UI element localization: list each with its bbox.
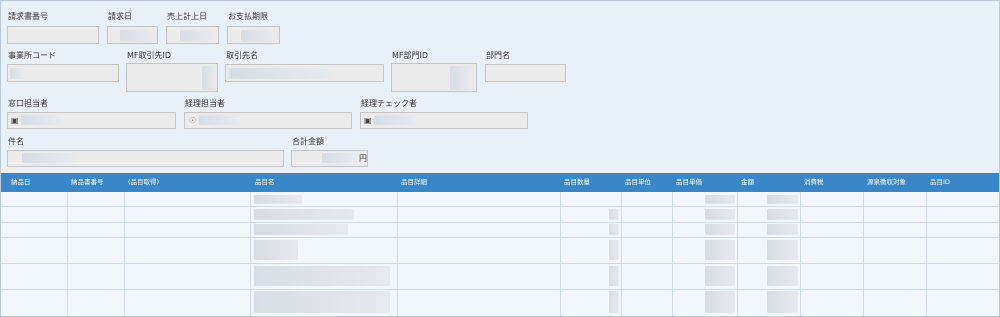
subject-label: 件名	[8, 137, 24, 146]
subject-field[interactable]	[7, 150, 284, 167]
sales-date-field[interactable]	[166, 26, 219, 44]
col-item-id[interactable]: 品目ID	[930, 178, 950, 187]
invoice-date-label: 請求日	[108, 12, 132, 21]
redacted-cell	[609, 266, 619, 286]
redacted-value	[450, 66, 472, 90]
redacted-cell	[705, 224, 735, 235]
sales-person-field[interactable]: ☉	[184, 112, 352, 129]
col-item-unit[interactable]: 品目単位	[625, 178, 651, 187]
col-divider	[124, 192, 125, 316]
office-code-field[interactable]	[7, 64, 119, 82]
redacted-value	[180, 30, 212, 41]
redacted-cell	[609, 209, 619, 220]
col-divider	[67, 192, 68, 316]
row-divider	[1, 222, 999, 223]
col-divider	[397, 192, 398, 316]
mf-dept-id-field[interactable]	[391, 63, 477, 92]
redacted-cell	[705, 240, 735, 260]
contact-label: 窓口担当者	[8, 99, 48, 108]
col-divider	[737, 192, 738, 316]
sales-person-label: 経理担当者	[185, 99, 225, 108]
redacted-cell	[767, 240, 798, 260]
col-item-qty[interactable]: 品目数量	[564, 178, 590, 187]
redacted-value	[21, 115, 61, 125]
redacted-cell	[254, 240, 298, 260]
col-item-detail[interactable]: 品目詳細	[401, 178, 427, 187]
partner-name-field[interactable]	[225, 64, 384, 82]
row-divider	[1, 237, 999, 238]
row-divider	[1, 289, 999, 290]
col-divider	[672, 192, 673, 316]
redacted-cell	[705, 291, 735, 313]
redacted-cell	[254, 195, 302, 204]
total-amount-label: 合計金額	[292, 137, 324, 146]
redacted-cell	[609, 291, 619, 313]
redacted-cell	[609, 240, 619, 260]
mf-dept-id-label: MF部門ID	[392, 51, 429, 60]
sales-date-label: 売上計上日	[167, 12, 207, 21]
col-item-name[interactable]: 品目名	[255, 178, 275, 187]
redacted-cell	[254, 291, 390, 313]
col-delivery-date[interactable]: 納品日	[11, 178, 31, 187]
invoice-date-field[interactable]	[107, 26, 158, 44]
col-divider	[560, 192, 561, 316]
check-person-label: 経理チェック者	[361, 99, 417, 108]
col-item-unit-price[interactable]: 品目単価	[676, 178, 702, 187]
mf-partner-id-field[interactable]	[126, 63, 218, 92]
col-amount[interactable]: 金額	[741, 178, 754, 187]
invoice-form-panel: 請求書番号 請求日 売上計上日 お支払期限 事業所コード MF取引先ID 取引先…	[0, 0, 1000, 317]
due-date-label: お支払期限	[228, 12, 268, 21]
redacted-cell	[609, 224, 619, 235]
col-delivery-note-no[interactable]: 納品書番号	[71, 178, 104, 187]
col-divider	[621, 192, 622, 316]
redacted-value	[241, 30, 273, 41]
col-item-fetch[interactable]: (品目取得)	[128, 178, 159, 187]
row-divider	[1, 263, 999, 264]
redacted-cell	[767, 209, 798, 220]
redacted-cell	[767, 266, 798, 286]
total-amount-field[interactable]: 円	[291, 150, 368, 167]
redacted-value	[229, 68, 329, 79]
col-consumption-tax[interactable]: 消費税	[804, 178, 824, 187]
yen-unit: 円	[359, 154, 367, 163]
row-divider	[1, 206, 999, 207]
redacted-value	[199, 115, 239, 125]
redacted-cell	[254, 266, 390, 286]
mf-partner-id-label: MF取引先ID	[127, 51, 172, 60]
col-divider	[800, 192, 801, 316]
redacted-cell	[767, 291, 798, 313]
office-code-label: 事業所コード	[8, 51, 56, 60]
redacted-value	[10, 68, 24, 79]
contact-field[interactable]: ▣	[7, 112, 176, 129]
col-divider	[863, 192, 864, 316]
invoice-number-label: 請求書番号	[8, 12, 48, 21]
person-icon: ☉	[189, 116, 197, 125]
redacted-cell	[705, 195, 735, 204]
redacted-value	[322, 153, 356, 163]
dept-name-field[interactable]	[485, 64, 566, 82]
items-table-header: 納品日 納品書番号 (品目取得) 品目名 品目詳細 品目数量 品目単位 品目単価…	[1, 173, 999, 192]
redacted-value	[120, 30, 152, 41]
partner-name-label: 取引先名	[226, 51, 258, 60]
redacted-value	[202, 66, 216, 90]
redacted-cell	[705, 209, 735, 220]
person-card-icon: ▣	[11, 116, 19, 125]
redacted-value	[22, 153, 74, 163]
invoice-number-field[interactable]	[7, 26, 99, 44]
col-divider	[250, 192, 251, 316]
redacted-cell	[254, 209, 354, 220]
redacted-cell	[705, 266, 735, 286]
due-date-field[interactable]	[227, 26, 280, 44]
redacted-cell	[254, 224, 348, 235]
col-divider	[926, 192, 927, 316]
redacted-value	[374, 115, 416, 125]
dept-name-label: 部門名	[486, 51, 510, 60]
check-person-field[interactable]: ▣	[360, 112, 528, 129]
redacted-cell	[767, 195, 798, 204]
person-card-icon: ▣	[364, 116, 372, 125]
items-table-body	[1, 192, 999, 316]
col-withholding[interactable]: 源泉徴収対象	[867, 178, 906, 187]
redacted-cell	[767, 224, 798, 235]
